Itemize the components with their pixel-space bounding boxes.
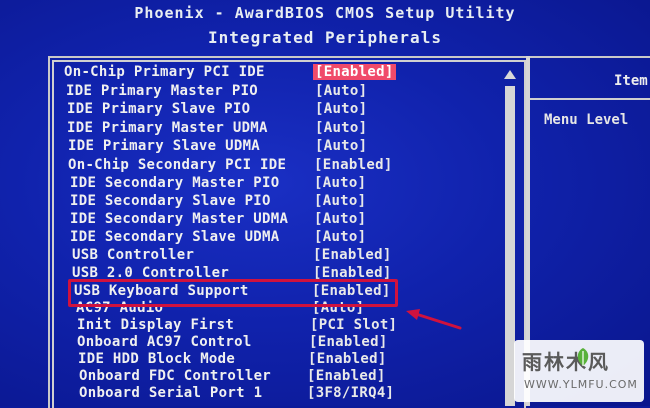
setting-value[interactable]: [Enabled] [313,64,396,80]
setting-label: IDE Secondary Slave PIO [70,193,271,209]
watermark-logo: 雨林木风 [522,350,610,374]
setting-value[interactable]: [Auto] [314,229,366,245]
setting-label: IDE Secondary Master PIO [70,175,280,191]
setting-label: On-Chip Secondary PCI IDE [68,157,287,173]
pointer-arrow-icon [406,309,462,330]
setting-label: IDE Secondary Slave UDMA [70,229,280,245]
setting-label: Init Display First [77,317,235,333]
menu-level-label: Menu Level [544,112,629,128]
setting-value[interactable]: [Auto] [314,175,366,191]
page-title: Integrated Peripherals [208,28,442,47]
setting-label: IDE Primary Slave UDMA [68,138,261,154]
scroll-up-arrow-icon[interactable] [504,70,516,79]
setting-value[interactable]: [Auto] [315,120,367,136]
setting-value[interactable]: [Enabled] [307,368,386,384]
setting-label: IDE HDD Block Mode [78,351,236,367]
setting-value[interactable]: [Enabled] [314,157,393,173]
watermark-url: WWW.YLMFU.COM [524,378,638,391]
setting-value[interactable]: [3F8/IRQ4] [307,385,394,401]
setting-label: IDE Primary Slave PIO [67,101,251,117]
setting-label: On-Chip Primary PCI IDE [64,64,265,80]
setting-label: IDE Primary Master PIO [66,83,259,99]
setting-value[interactable]: [Enabled] [308,351,387,367]
item-help-header: Item [530,56,650,100]
setting-label: USB Controller [72,247,195,263]
setting-label: Onboard AC97 Control [77,334,252,350]
setting-value[interactable]: [Enabled] [313,247,392,263]
setting-value[interactable]: [Auto] [314,193,366,209]
setting-value[interactable]: [Auto] [315,101,367,117]
utility-title: Phoenix - AwardBIOS CMOS Setup Utility [134,4,516,22]
usb-keyboard-highlight-box [68,279,398,307]
setting-label: IDE Primary Master UDMA [67,120,268,136]
setting-value[interactable]: [PCI Slot] [310,317,397,333]
bios-header: Phoenix - AwardBIOS CMOS Setup Utility I… [0,0,650,52]
setting-value[interactable]: [Auto] [315,138,367,154]
setting-value[interactable]: [Auto] [314,211,366,227]
setting-value[interactable]: [Auto] [315,83,367,99]
setting-label: IDE Secondary Master UDMA [70,211,289,227]
setting-value[interactable]: [Enabled] [309,334,388,350]
item-help-title: Item [614,73,648,89]
setting-label: Onboard Serial Port 1 [79,385,263,401]
leaf-icon [577,348,589,366]
site-watermark: 雨林木风 WWW.YLMFU.COM [514,340,644,402]
setting-label: Onboard FDC Controller [79,368,272,384]
